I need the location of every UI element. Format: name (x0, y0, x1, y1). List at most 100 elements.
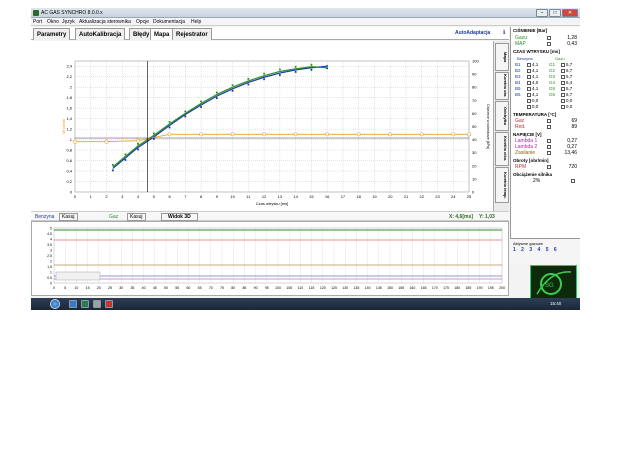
widok-3d-button[interactable]: Widok 3D (161, 213, 198, 221)
active-injector-3[interactable]: 3 (529, 247, 534, 253)
explorer-icon[interactable] (69, 300, 77, 308)
osc-x-tick: 145 (376, 286, 382, 290)
data-point (184, 110, 187, 113)
injector-checkbox[interactable] (527, 69, 531, 73)
gaz-label: Gaz (109, 214, 119, 220)
map-checkbox[interactable] (547, 42, 551, 46)
active-injector-6[interactable]: 6 (554, 247, 559, 253)
tab-rejestrator[interactable]: Rejestrator (172, 28, 212, 40)
y-tick-label: 2 (70, 85, 73, 90)
close-button[interactable]: ✕ (562, 9, 578, 17)
load-checkbox[interactable] (571, 179, 575, 183)
active-injector-2[interactable]: 2 (521, 247, 526, 253)
active-injector-5[interactable]: 5 (546, 247, 551, 253)
osc-x-tick: 170 (432, 286, 438, 290)
x-tick-label: 18 (356, 194, 361, 199)
injector-label: B3 (515, 74, 521, 79)
clock: 15:40 (550, 301, 562, 306)
x-tick-label: 24 (451, 194, 456, 199)
injector-checkbox[interactable] (527, 99, 531, 103)
tab-mapa[interactable]: Mapa (150, 28, 174, 40)
injector-value: 5,7 (566, 86, 573, 91)
autoadaptation-link[interactable]: AutoAdaptacja (455, 30, 490, 36)
map-chart[interactable]: 0 1 2 3 4 5 6 7 8 9 10 11 12 13 14 15 16 17 18 19 20 21 22 23 24… (31, 41, 493, 211)
y-axis-label: Mnożnik (61, 119, 66, 134)
injector-checkbox[interactable] (527, 87, 531, 91)
active-injectors-title: Aktywne gazowe (513, 241, 544, 246)
injector-checkbox[interactable] (527, 105, 531, 109)
data-point (278, 68, 281, 71)
y-right-tick-label: 60 (472, 111, 477, 116)
x-tick-label: 4 (137, 194, 140, 199)
injector-checkbox[interactable] (527, 93, 531, 97)
y-tick-label: 1,8 (66, 95, 72, 100)
osc-x-tick: 125 (331, 286, 337, 290)
pdf-taskbar-icon[interactable] (105, 300, 113, 308)
active-injector-1[interactable]: 1 (513, 247, 518, 253)
kasuj-gaz-button[interactable]: Kasuj (127, 213, 146, 221)
injector-checkbox[interactable] (561, 105, 565, 109)
temp-red-checkbox[interactable] (547, 125, 551, 129)
injector-checkbox[interactable] (561, 69, 565, 73)
menu-aktualizacja[interactable]: Aktualizacja sterownika (79, 19, 131, 25)
tool-taskbar-icon[interactable] (93, 300, 101, 308)
osc-y-tick: 1,5 (47, 265, 52, 269)
app-taskbar-icon[interactable] (81, 300, 89, 308)
data-point (388, 132, 393, 137)
start-button[interactable] (50, 299, 60, 309)
menu-help[interactable]: Help (191, 19, 201, 25)
injector-value: 0,0 (532, 104, 539, 109)
active-injector-4[interactable]: 4 (538, 247, 543, 253)
injector-checkbox[interactable] (527, 75, 531, 79)
pressure-gas-checkbox[interactable] (547, 36, 551, 40)
injector-checkbox[interactable] (561, 81, 565, 85)
kasuj-benzyna-button[interactable]: Kasuj (59, 213, 78, 221)
menu-opcje[interactable]: Opcje (136, 19, 149, 25)
info-icon[interactable]: ℹ (503, 29, 508, 37)
side-tab-korekta-obr[interactable]: Korekta obr. (495, 72, 509, 100)
injector-checkbox[interactable] (527, 63, 531, 67)
minimize-button[interactable]: – (536, 9, 548, 17)
lambda1-checkbox[interactable] (547, 139, 551, 143)
x-tick-label: 1 (90, 194, 93, 199)
y-right-tick-label: 50 (472, 124, 477, 129)
y-right-tick-label: 90 (472, 72, 477, 77)
x-tick-label: 9 (216, 194, 219, 199)
injector-checkbox[interactable] (561, 93, 565, 97)
data-point (247, 78, 250, 80)
tab-parametry[interactable]: Parametry (33, 28, 71, 40)
injector-checkbox[interactable] (561, 75, 565, 79)
injector-checkbox[interactable] (561, 63, 565, 67)
injector-checkbox[interactable] (561, 87, 565, 91)
x-tick-label: 5 (153, 194, 156, 199)
side-tab-korekta-temp[interactable]: Korekta temp. (495, 167, 509, 203)
maximize-button[interactable]: □ (549, 9, 561, 17)
menu-port[interactable]: Port (33, 19, 42, 25)
injector-checkbox[interactable] (527, 81, 531, 85)
data-point (231, 84, 234, 87)
osc-x-tick: 100 (275, 286, 281, 290)
y-right-tick-label: 70 (472, 98, 477, 103)
menu-okno[interactable]: Okno (47, 19, 59, 25)
side-tab-korekta-cisn[interactable]: Korekta ciśn. (495, 132, 509, 166)
supply-checkbox[interactable] (547, 151, 551, 155)
menu-dokumentacja[interactable]: Dokumentacja (153, 19, 185, 25)
lambda2-checkbox[interactable] (547, 145, 551, 149)
data-point (419, 132, 424, 137)
data-point (247, 83, 250, 86)
data-point (167, 132, 172, 137)
injector-checkbox[interactable] (561, 99, 565, 103)
injector-label: G2 (549, 68, 556, 73)
data-point (310, 63, 313, 66)
rpm-checkbox[interactable] (547, 165, 551, 169)
osc-x-tick: 70 (209, 286, 213, 290)
menu-jezyk[interactable]: Język (62, 19, 75, 25)
window-title: AC GAS SYNCHRO 8.0.0.x (41, 10, 103, 16)
side-tab-odchylka[interactable]: Odchyłka (495, 101, 509, 131)
title-bar: AC GAS SYNCHRO 8.0.0.x – □ ✕ (31, 8, 580, 18)
load-title: Obciążenie silnika (513, 172, 553, 177)
plot-frame (74, 60, 470, 193)
side-tab-mapa[interactable]: Mapa (495, 43, 509, 71)
tab-autokalibracja[interactable]: AutoKalibracja (75, 28, 126, 40)
temp-gas-checkbox[interactable] (547, 119, 551, 123)
